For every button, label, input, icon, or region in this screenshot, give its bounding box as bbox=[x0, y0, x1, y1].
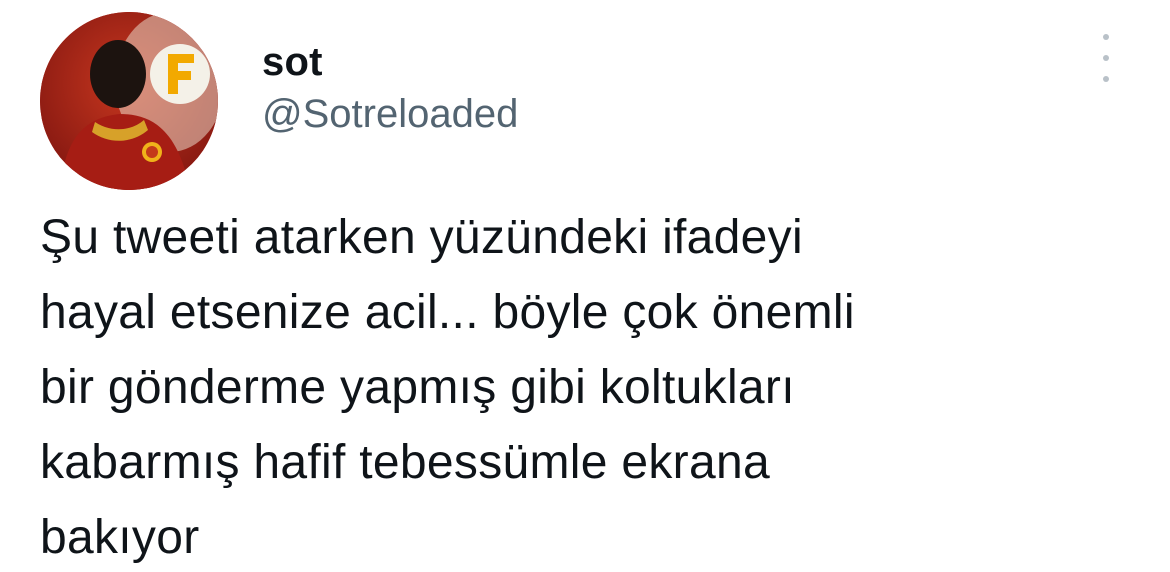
more-dot bbox=[1103, 76, 1109, 82]
tweet-text: Şu tweeti atarken yüzündeki ifadeyi haya… bbox=[40, 211, 855, 564]
more-options-icon[interactable] bbox=[1094, 34, 1118, 82]
user-names: sot @Sotreloaded bbox=[262, 12, 518, 138]
more-dot bbox=[1103, 34, 1109, 40]
tweet-header: sot @Sotreloaded bbox=[40, 12, 518, 190]
avatar-image bbox=[40, 12, 218, 190]
tweet-card: sot @Sotreloaded Şu tweeti atarken yüzün… bbox=[0, 0, 1170, 572]
user-handle[interactable]: @Sotreloaded bbox=[262, 90, 518, 138]
more-dot bbox=[1103, 55, 1109, 61]
avatar[interactable] bbox=[40, 12, 218, 190]
display-name[interactable]: sot bbox=[262, 40, 518, 84]
